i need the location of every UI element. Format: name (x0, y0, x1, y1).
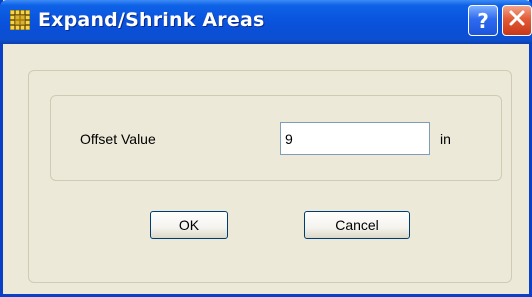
window-title: Expand/Shrink Areas (38, 9, 265, 31)
help-button[interactable]: ? (468, 5, 498, 36)
close-icon (508, 9, 526, 32)
offset-value-input[interactable] (280, 122, 430, 155)
title-bar[interactable]: Expand/Shrink Areas ? (0, 0, 532, 44)
cancel-button[interactable]: Cancel (304, 211, 410, 239)
grid-app-icon (9, 9, 31, 31)
close-button[interactable] (502, 5, 532, 36)
offset-value-label: Offset Value (80, 131, 156, 147)
ok-button[interactable]: OK (150, 211, 228, 239)
help-icon: ? (477, 8, 489, 33)
offset-unit-label: in (440, 131, 451, 147)
